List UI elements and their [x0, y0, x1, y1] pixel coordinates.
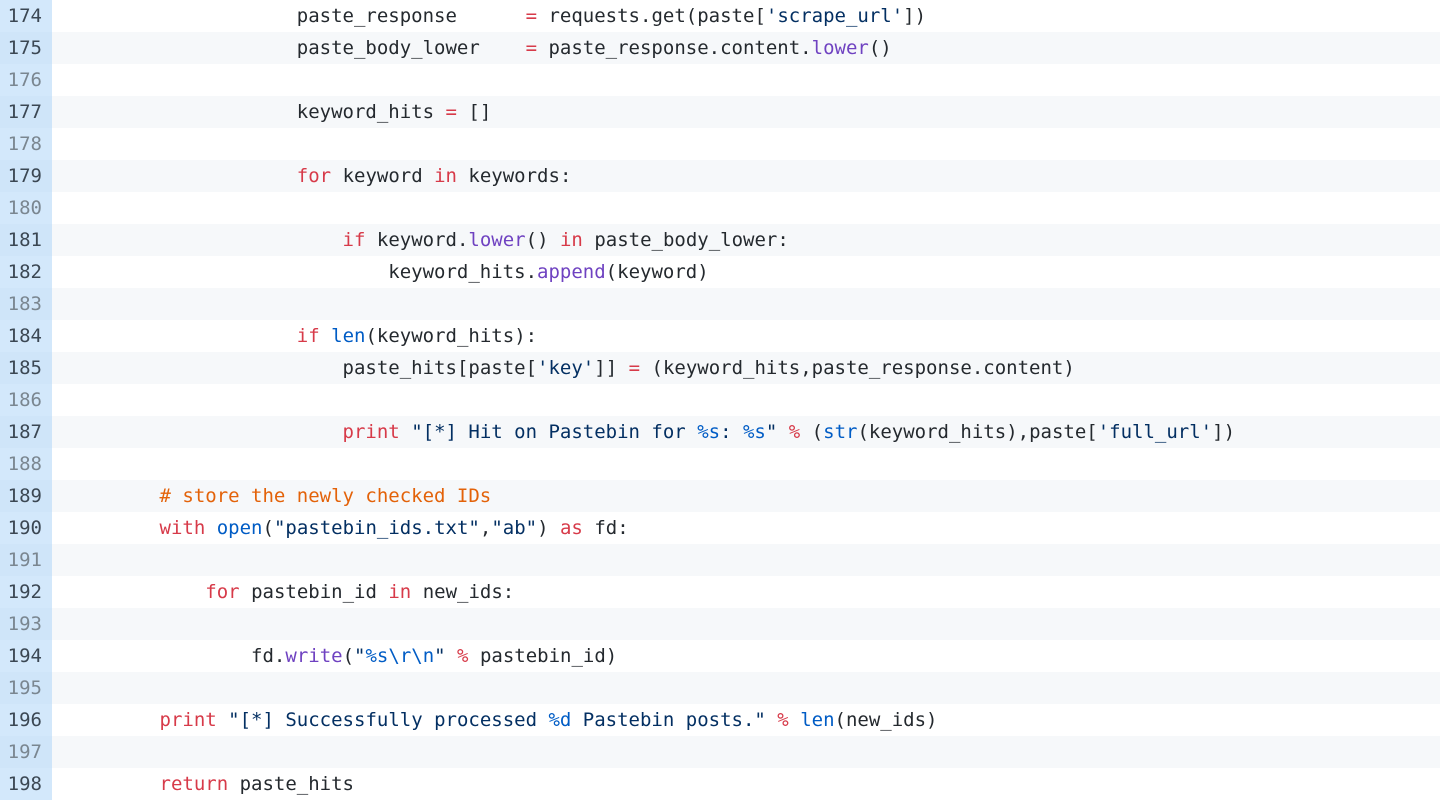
code-content[interactable]: return paste_hits — [52, 768, 354, 800]
line-number: 179 — [0, 160, 52, 192]
code-content[interactable]: paste_body_lower = paste_response.conten… — [52, 32, 892, 64]
line-number: 180 — [0, 192, 52, 224]
code-line[interactable]: 183 — [0, 288, 1440, 320]
code-line[interactable]: 180 — [0, 192, 1440, 224]
line-number: 175 — [0, 32, 52, 64]
line-number: 181 — [0, 224, 52, 256]
code-content[interactable]: if keyword.lower() in paste_body_lower: — [52, 224, 789, 256]
line-number: 185 — [0, 352, 52, 384]
line-number: 191 — [0, 544, 52, 576]
code-line[interactable]: 177 keyword_hits = [] — [0, 96, 1440, 128]
code-content[interactable]: for pastebin_id in new_ids: — [52, 576, 514, 608]
code-line[interactable]: 182 keyword_hits.append(keyword) — [0, 256, 1440, 288]
line-number: 178 — [0, 128, 52, 160]
line-number: 196 — [0, 704, 52, 736]
code-line[interactable]: 198 return paste_hits — [0, 768, 1440, 800]
line-number: 197 — [0, 736, 52, 768]
code-line[interactable]: 193 — [0, 608, 1440, 640]
code-content[interactable] — [52, 608, 79, 640]
code-line[interactable]: 175 paste_body_lower = paste_response.co… — [0, 32, 1440, 64]
code-line[interactable]: 186 — [0, 384, 1440, 416]
line-number: 177 — [0, 96, 52, 128]
code-content[interactable]: fd.write("%s\r\n" % pastebin_id) — [52, 640, 617, 672]
code-content[interactable]: keyword_hits = [] — [52, 96, 491, 128]
code-content[interactable]: with open("pastebin_ids.txt","ab") as fd… — [52, 512, 629, 544]
code-editor[interactable]: 174 paste_response = requests.get(paste[… — [0, 0, 1440, 800]
line-number: 186 — [0, 384, 52, 416]
code-line[interactable]: 196 print "[*] Successfully processed %d… — [0, 704, 1440, 736]
code-line[interactable]: 179 for keyword in keywords: — [0, 160, 1440, 192]
code-content[interactable] — [52, 288, 79, 320]
code-line[interactable]: 192 for pastebin_id in new_ids: — [0, 576, 1440, 608]
code-content[interactable]: paste_hits[paste['key']] = (keyword_hits… — [52, 352, 1075, 384]
line-number: 188 — [0, 448, 52, 480]
line-number: 194 — [0, 640, 52, 672]
code-line[interactable]: 194 fd.write("%s\r\n" % pastebin_id) — [0, 640, 1440, 672]
code-content[interactable]: print "[*] Successfully processed %d Pas… — [52, 704, 938, 736]
code-line[interactable]: 191 — [0, 544, 1440, 576]
line-number: 190 — [0, 512, 52, 544]
code-line[interactable]: 178 — [0, 128, 1440, 160]
code-line[interactable]: 181 if keyword.lower() in paste_body_low… — [0, 224, 1440, 256]
code-content[interactable] — [52, 672, 79, 704]
code-content[interactable] — [52, 544, 79, 576]
code-line[interactable]: 190 with open("pastebin_ids.txt","ab") a… — [0, 512, 1440, 544]
line-number: 184 — [0, 320, 52, 352]
line-number: 195 — [0, 672, 52, 704]
code-line[interactable]: 188 — [0, 448, 1440, 480]
code-content[interactable]: paste_response = requests.get(paste['scr… — [52, 0, 926, 32]
code-content[interactable] — [52, 64, 79, 96]
code-content[interactable]: # store the newly checked IDs — [52, 480, 491, 512]
line-number: 176 — [0, 64, 52, 96]
line-number: 187 — [0, 416, 52, 448]
code-content[interactable] — [52, 448, 79, 480]
code-content[interactable]: print "[*] Hit on Pastebin for %s: %s" %… — [52, 416, 1235, 448]
code-content[interactable] — [52, 192, 79, 224]
line-number: 183 — [0, 288, 52, 320]
code-content[interactable] — [52, 736, 79, 768]
code-line[interactable]: 197 — [0, 736, 1440, 768]
line-number: 198 — [0, 768, 52, 800]
code-line[interactable]: 185 paste_hits[paste['key']] = (keyword_… — [0, 352, 1440, 384]
code-line[interactable]: 187 print "[*] Hit on Pastebin for %s: %… — [0, 416, 1440, 448]
code-content[interactable]: keyword_hits.append(keyword) — [52, 256, 709, 288]
line-number: 192 — [0, 576, 52, 608]
line-number: 182 — [0, 256, 52, 288]
line-number: 193 — [0, 608, 52, 640]
code-content[interactable]: for keyword in keywords: — [52, 160, 571, 192]
code-line[interactable]: 195 — [0, 672, 1440, 704]
code-content[interactable]: if len(keyword_hits): — [52, 320, 537, 352]
code-line[interactable]: 174 paste_response = requests.get(paste[… — [0, 0, 1440, 32]
code-line[interactable]: 176 — [0, 64, 1440, 96]
code-content[interactable] — [52, 384, 79, 416]
code-line[interactable]: 184 if len(keyword_hits): — [0, 320, 1440, 352]
code-content[interactable] — [52, 128, 79, 160]
code-line[interactable]: 189 # store the newly checked IDs — [0, 480, 1440, 512]
line-number: 189 — [0, 480, 52, 512]
line-number: 174 — [0, 0, 52, 32]
